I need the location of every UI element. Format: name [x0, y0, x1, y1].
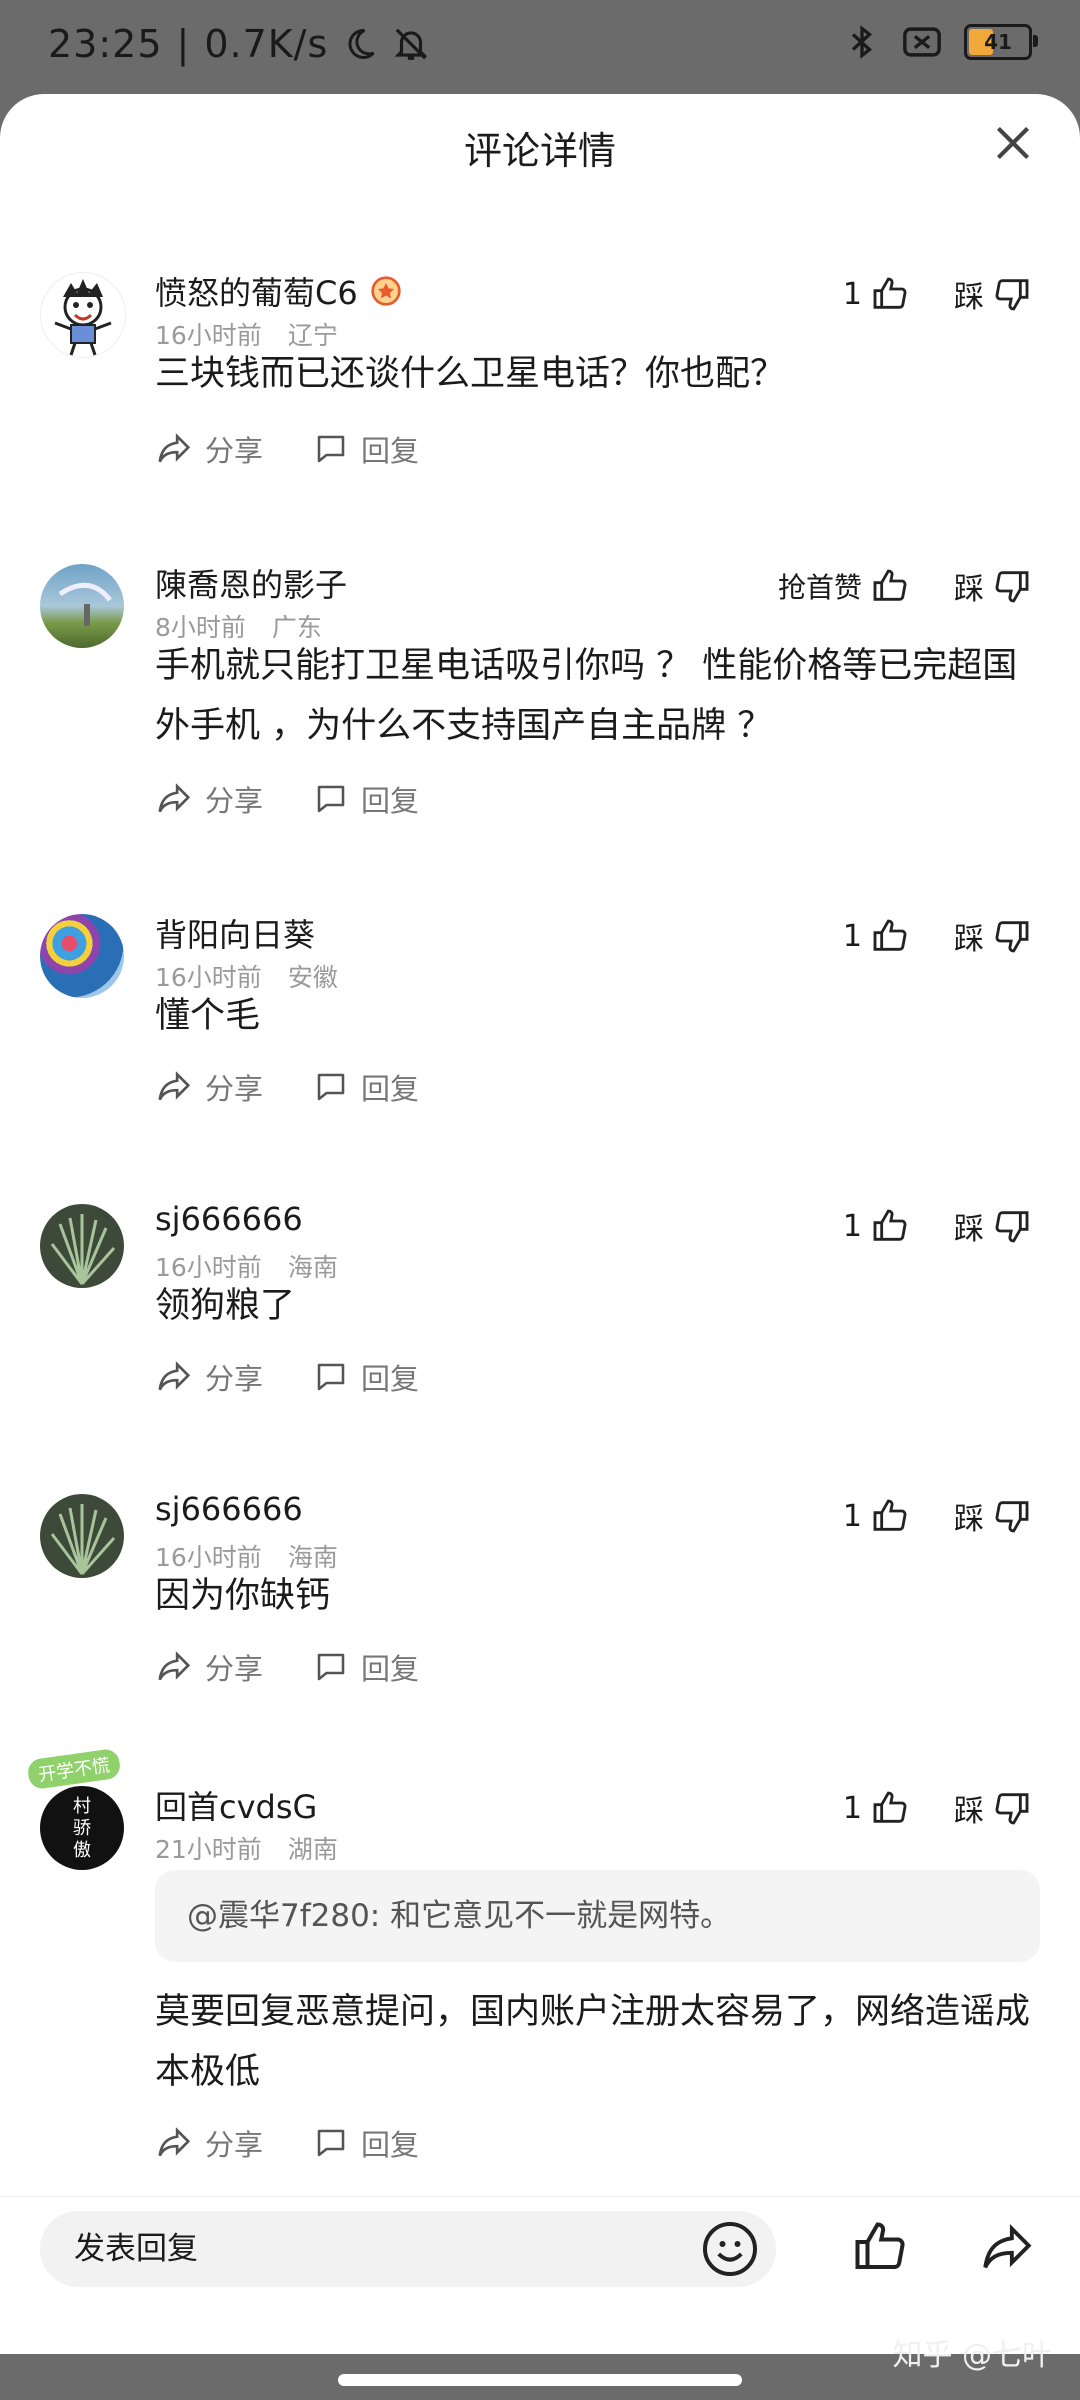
- comment-bubble-icon: [317, 1073, 345, 1101]
- dislike-button[interactable]: 踩: [954, 914, 1032, 958]
- share-icon: [158, 1651, 191, 1681]
- watermark: 知乎 @七叶: [892, 2338, 1052, 2373]
- reply-input[interactable]: 发表回复: [40, 2211, 776, 2287]
- comment-username[interactable]: 愤怒的葡萄C6: [155, 268, 358, 314]
- comment-bubble-icon: [317, 1363, 345, 1391]
- comment-detail-sheet: 评论详情 愤怒的葡萄C6 16小时前 辽宁 1 踩 三块钱而已还谈什么卫星电话？…: [0, 94, 1080, 2354]
- thumbs-up-icon: [873, 1209, 907, 1241]
- comment-text: 领狗粮了: [155, 1286, 296, 1326]
- network-speed: 0.7K/s: [204, 22, 329, 66]
- sim-off-icon: [903, 27, 941, 57]
- dislike-button[interactable]: 踩: [954, 564, 1032, 608]
- share-icon[interactable]: [978, 2219, 1036, 2277]
- reply-button[interactable]: 回复: [313, 1356, 419, 1398]
- share-icon: [158, 1071, 191, 1101]
- share-button[interactable]: 分享: [155, 1646, 263, 1688]
- dislike-button[interactable]: 踩: [954, 272, 1032, 316]
- share-icon: [158, 783, 191, 813]
- thumbs-down-icon: [995, 1793, 1029, 1825]
- emoji-icon[interactable]: [700, 2219, 760, 2279]
- thumbs-down-icon: [995, 1501, 1029, 1533]
- status-time: 23:25: [48, 22, 163, 66]
- like-button[interactable]: 1: [843, 1496, 910, 1536]
- home-indicator[interactable]: [338, 2374, 742, 2386]
- like-button[interactable]: 1: [843, 274, 910, 314]
- share-icon: [158, 2127, 191, 2157]
- comment-item: sj666666 16小时前 海南 1 踩 因为你缺钙 分享 回复: [0, 1490, 1080, 1790]
- reply-button[interactable]: 回复: [313, 778, 419, 820]
- like-button[interactable]: 抢首赞: [778, 566, 910, 606]
- sheet-header: 评论详情: [0, 94, 1080, 202]
- avatar[interactable]: [40, 272, 126, 358]
- status-bar: 23:25 | 0.7K/s 41: [0, 0, 1080, 96]
- bluetooth-icon: [851, 25, 873, 59]
- share-button[interactable]: 分享: [155, 1356, 263, 1398]
- comment-bubble-icon: [317, 785, 345, 813]
- comment-item: 背阳向日葵 16小时前 安徽 1 踩 懂个毛 分享 回复: [0, 910, 1080, 1210]
- comment-bubble-icon: [317, 2129, 345, 2157]
- comment-text: 懂个毛: [155, 996, 261, 1036]
- comment-location: 湖南: [287, 1835, 338, 1864]
- reply-button[interactable]: 回复: [313, 1066, 419, 1108]
- sheet-title: 评论详情: [463, 129, 616, 173]
- share-button[interactable]: 分享: [155, 1066, 263, 1108]
- share-button[interactable]: 分享: [155, 778, 263, 820]
- reply-button[interactable]: 回复: [313, 2122, 419, 2164]
- comment-username[interactable]: sj666666: [155, 1490, 303, 1528]
- comment-item: 陳喬恩的影子 8小时前 广东 抢首赞 踩 手机就只能打卫星电话吸引你吗 ？ 性能价…: [0, 560, 1080, 940]
- like-button[interactable]: 1: [843, 1206, 910, 1246]
- comment-text: 手机就只能打卫星电话吸引你吗 ？ 性能价格等已完超国外手机 ，为什么不支持国产自…: [155, 646, 1018, 746]
- dislike-button[interactable]: 踩: [954, 1494, 1032, 1538]
- thumbs-down-icon: [995, 921, 1029, 953]
- share-icon: [158, 433, 191, 463]
- thumbs-up-icon: [873, 919, 907, 951]
- avatar[interactable]: [40, 1204, 124, 1288]
- thumbs-down-icon: [995, 279, 1029, 311]
- avatar-text: 村 骄 傲: [73, 1796, 91, 1861]
- level-badge-icon: [371, 276, 401, 306]
- avatar[interactable]: [40, 1494, 124, 1578]
- like-button[interactable]: 1: [843, 916, 910, 956]
- comment-username[interactable]: 背阳向日葵: [155, 910, 315, 956]
- reply-button[interactable]: 回复: [313, 428, 419, 470]
- comment-item: sj666666 16小时前 海南 1 踩 领狗粮了 分享 回复: [0, 1200, 1080, 1500]
- moon-icon: [348, 28, 375, 59]
- comment-username[interactable]: 陳喬恩的影子: [155, 560, 347, 606]
- comment-time: 21小时前: [155, 1835, 262, 1864]
- avatar[interactable]: [40, 564, 124, 648]
- thumbs-up-icon: [873, 277, 907, 309]
- comment-bubble-icon: [317, 435, 345, 463]
- thumbs-down-icon: [995, 571, 1029, 603]
- thumbs-up-icon: [873, 569, 907, 601]
- thumbs-up-icon: [873, 1791, 907, 1823]
- share-button[interactable]: 分享: [155, 2122, 263, 2164]
- like-icon[interactable]: [850, 2217, 910, 2277]
- comment-username[interactable]: sj666666: [155, 1200, 303, 1238]
- reply-button[interactable]: 回复: [313, 1646, 419, 1688]
- comment-text: 三块钱而已还谈什么卫星电话？你也配？: [155, 354, 786, 394]
- bell-muted-icon: [394, 28, 428, 60]
- comment-item: 愤怒的葡萄C6 16小时前 辽宁 1 踩 三块钱而已还谈什么卫星电话？你也配？ 分…: [0, 268, 1080, 608]
- reply-bar: 发表回复: [0, 2196, 1080, 2297]
- comment-username[interactable]: 回首cvdsG: [155, 1782, 317, 1828]
- close-icon[interactable]: [988, 118, 1038, 168]
- battery-indicator: 41: [964, 24, 1038, 60]
- avatar[interactable]: [40, 914, 124, 998]
- comment-bubble-icon: [317, 1653, 345, 1681]
- thumbs-down-icon: [995, 1211, 1029, 1243]
- share-icon: [158, 1361, 191, 1391]
- dislike-button[interactable]: 踩: [954, 1786, 1032, 1830]
- quoted-reply[interactable]: @震华7f280: 和它意见不一就是网特。: [155, 1870, 1040, 1962]
- thumbs-up-icon: [873, 1499, 907, 1531]
- like-button[interactable]: 1: [843, 1788, 910, 1828]
- dislike-button[interactable]: 踩: [954, 1204, 1032, 1248]
- avatar[interactable]: 村 骄 傲 开学不慌: [24, 1745, 124, 1870]
- share-button[interactable]: 分享: [155, 428, 263, 470]
- comment-meta: 21小时前 湖南: [155, 1830, 338, 1866]
- comment-text: 莫要回复恶意提问，国内账户注册太容易了，网络造谣成本极低: [155, 1992, 1031, 2092]
- comment-text: 因为你缺钙: [155, 1576, 331, 1616]
